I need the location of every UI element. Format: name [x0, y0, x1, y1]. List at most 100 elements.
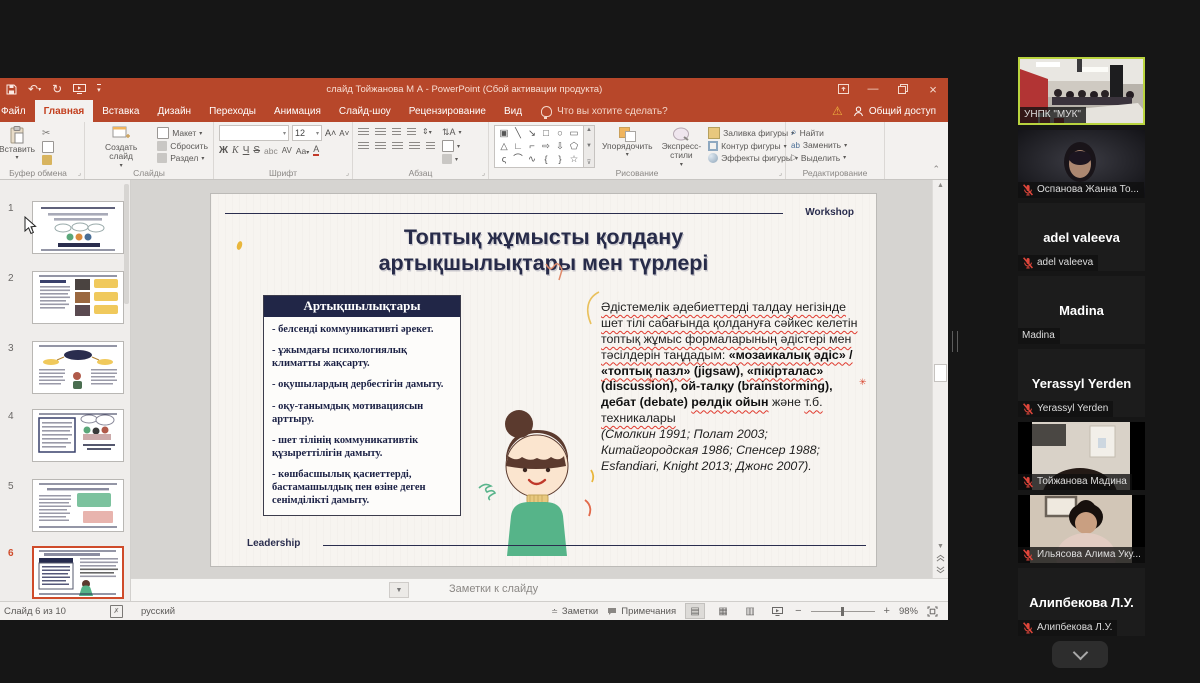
participant-tile[interactable]: УНПК "МУК" — [1018, 57, 1145, 125]
cut-icon[interactable]: ✂ — [42, 128, 54, 139]
shrink-font-icon[interactable]: A˅ — [339, 129, 349, 138]
scroll-participants-button[interactable] — [1052, 641, 1108, 668]
italic-icon[interactable]: К — [232, 145, 239, 156]
save-icon[interactable] — [6, 84, 17, 95]
convert-smartart-icon[interactable]: ▾ — [442, 154, 462, 164]
replace-button[interactable]: abЗаменить▾ — [791, 140, 847, 150]
spellcheck-icon[interactable]: ✗ — [110, 605, 123, 618]
tab-Рецензирование[interactable]: Рецензирование — [400, 100, 495, 122]
slide-thumbnail-4[interactable] — [32, 409, 124, 462]
previous-slide-button[interactable] — [936, 554, 945, 562]
font-dialog-launcher[interactable]: ⌟ — [346, 169, 349, 177]
align-left-icon[interactable] — [358, 142, 369, 150]
text-shadow-icon[interactable]: abc — [264, 146, 278, 156]
activation-warning-icon[interactable]: ⚠ — [832, 104, 843, 118]
font-color-icon[interactable]: A — [313, 145, 319, 156]
paste-button[interactable]: Вставить▾ — [0, 125, 37, 163]
paragraph-dialog-launcher[interactable]: ⌟ — [482, 169, 485, 177]
participant-tile[interactable]: Yerassyl Yerden Yerassyl Yerden — [1018, 349, 1145, 417]
zoom-percentage[interactable]: 98% — [899, 606, 918, 617]
strikethrough-icon[interactable]: S — [253, 145, 260, 156]
tab-Дизайн[interactable]: Дизайн — [148, 100, 200, 122]
copy-icon[interactable] — [42, 141, 54, 153]
undo-icon[interactable]: ↶▾ — [28, 82, 41, 96]
notes-toggle[interactable]: ≐Заметки — [551, 606, 598, 617]
language-indicator[interactable]: русский — [141, 606, 175, 617]
slide-sorter-view-button[interactable]: ▦ — [714, 604, 732, 618]
select-button[interactable]: ▷Выделить▾ — [791, 152, 847, 163]
layout-button[interactable]: Макет▾ — [157, 127, 208, 139]
format-painter-icon[interactable] — [42, 155, 52, 165]
slide-thumbnail-5[interactable] — [32, 479, 124, 532]
bold-icon[interactable]: Ж — [219, 145, 228, 156]
ribbon-display-options-button[interactable] — [828, 78, 858, 100]
font-name-combo[interactable]: ▾ — [219, 125, 289, 141]
slide-thumbnail-2[interactable] — [32, 271, 124, 324]
tab-Слайд-шоу[interactable]: Слайд-шоу — [330, 100, 400, 122]
slide-scrollbar[interactable]: ▲ ▼ — [932, 180, 948, 578]
section-button[interactable]: Раздел▾ — [157, 153, 208, 163]
arrange-button[interactable]: Упорядочить▾ — [600, 126, 655, 160]
underline-icon[interactable]: Ч — [243, 145, 250, 156]
thumbnail-scrollbar[interactable] — [124, 184, 129, 304]
comments-toggle[interactable]: Примечания — [607, 606, 676, 617]
align-center-icon[interactable] — [375, 142, 386, 150]
char-spacing-icon[interactable]: AV — [282, 146, 292, 155]
participant-tile[interactable]: Алипбекова Л.У. Алипбекова Л.У. — [1018, 568, 1145, 636]
decrease-indent-icon[interactable] — [392, 128, 401, 136]
shape-effects-button[interactable]: Эффекты фигуры▾ — [708, 153, 798, 163]
participant-tile[interactable]: Ильясова Алима Уку... — [1018, 495, 1145, 563]
zoom-slider[interactable] — [811, 611, 875, 612]
zoom-slider-thumb[interactable] — [841, 607, 844, 616]
participant-tile[interactable]: Тойжанова Мадина — [1018, 422, 1145, 490]
participant-tile[interactable]: MadinaMadina — [1018, 276, 1145, 344]
reading-view-button[interactable]: ▥ — [741, 604, 759, 618]
change-case-icon[interactable]: Aa▾ — [296, 146, 309, 156]
fit-to-window-button[interactable] — [927, 606, 938, 617]
zoom-in-button[interactable]: + — [884, 605, 890, 617]
grow-font-icon[interactable]: A˄ — [325, 128, 336, 138]
align-text-icon[interactable]: ▾ — [442, 140, 462, 152]
quick-styles-button[interactable]: Экспресс-стили▾ — [660, 126, 704, 169]
next-slide-button[interactable] — [936, 566, 945, 574]
columns-icon[interactable] — [426, 142, 435, 150]
participant-tile[interactable]: Оспанова Жанна То... — [1018, 130, 1145, 198]
tab-Вид[interactable]: Вид — [495, 100, 531, 122]
panel-splitter[interactable] — [952, 331, 958, 352]
numbering-icon[interactable] — [375, 128, 386, 136]
scrollbar-thumb[interactable] — [934, 364, 947, 382]
clipboard-dialog-launcher[interactable]: ⌟ — [78, 169, 81, 177]
new-slide-button[interactable]: Создать слайд▾ — [90, 125, 152, 170]
increase-indent-icon[interactable] — [407, 128, 416, 136]
tab-Файл[interactable]: Файл — [0, 100, 35, 122]
tab-Главная[interactable]: Главная — [35, 100, 94, 122]
notes-collapse-button[interactable]: ▼ — [389, 582, 409, 598]
shape-fill-button[interactable]: Заливка фигуры▾ — [708, 127, 798, 139]
line-spacing-icon[interactable]: ⇕▾ — [422, 127, 432, 136]
restore-button[interactable] — [888, 78, 918, 100]
shapes-gallery[interactable]: ▣╲↘□○▭ △∟⌐⇨⇩⬠ ς⌒∿{}☆ — [494, 125, 584, 168]
shape-outline-button[interactable]: Контур фигуры▾ — [708, 141, 798, 151]
reset-button[interactable]: Сбросить — [157, 141, 208, 151]
tab-Вставка[interactable]: Вставка — [93, 100, 148, 122]
bullets-icon[interactable] — [358, 128, 369, 136]
slideshow-view-button[interactable] — [768, 604, 786, 618]
slide-thumbnail-3[interactable] — [32, 341, 124, 394]
close-button[interactable]: × — [918, 78, 948, 100]
zoom-out-button[interactable]: − — [795, 605, 801, 617]
share-button[interactable]: Общий доступ — [853, 106, 936, 117]
current-slide[interactable]: Workshop Топтық жұмысты қолдану артықшыл… — [211, 194, 876, 566]
tab-Анимация[interactable]: Анимация — [265, 100, 330, 122]
tell-me-box[interactable]: Что вы хотите сделать? — [531, 100, 678, 122]
tab-Переходы[interactable]: Переходы — [200, 100, 265, 122]
find-button[interactable]: ⌕Найти — [791, 127, 847, 138]
scroll-down-icon[interactable]: ▼ — [937, 543, 944, 550]
align-right-icon[interactable] — [392, 142, 403, 150]
redo-icon[interactable]: ↻ — [52, 82, 62, 96]
participant-tile[interactable]: adel valeeva adel valeeva — [1018, 203, 1145, 271]
justify-icon[interactable] — [409, 142, 420, 150]
notes-pane[interactable]: ▼ Заметки к слайду — [131, 578, 948, 601]
font-size-combo[interactable]: 12▾ — [292, 125, 322, 141]
scroll-up-icon[interactable]: ▲ — [937, 182, 944, 189]
text-direction-icon[interactable]: ⇅A▾ — [442, 127, 462, 138]
